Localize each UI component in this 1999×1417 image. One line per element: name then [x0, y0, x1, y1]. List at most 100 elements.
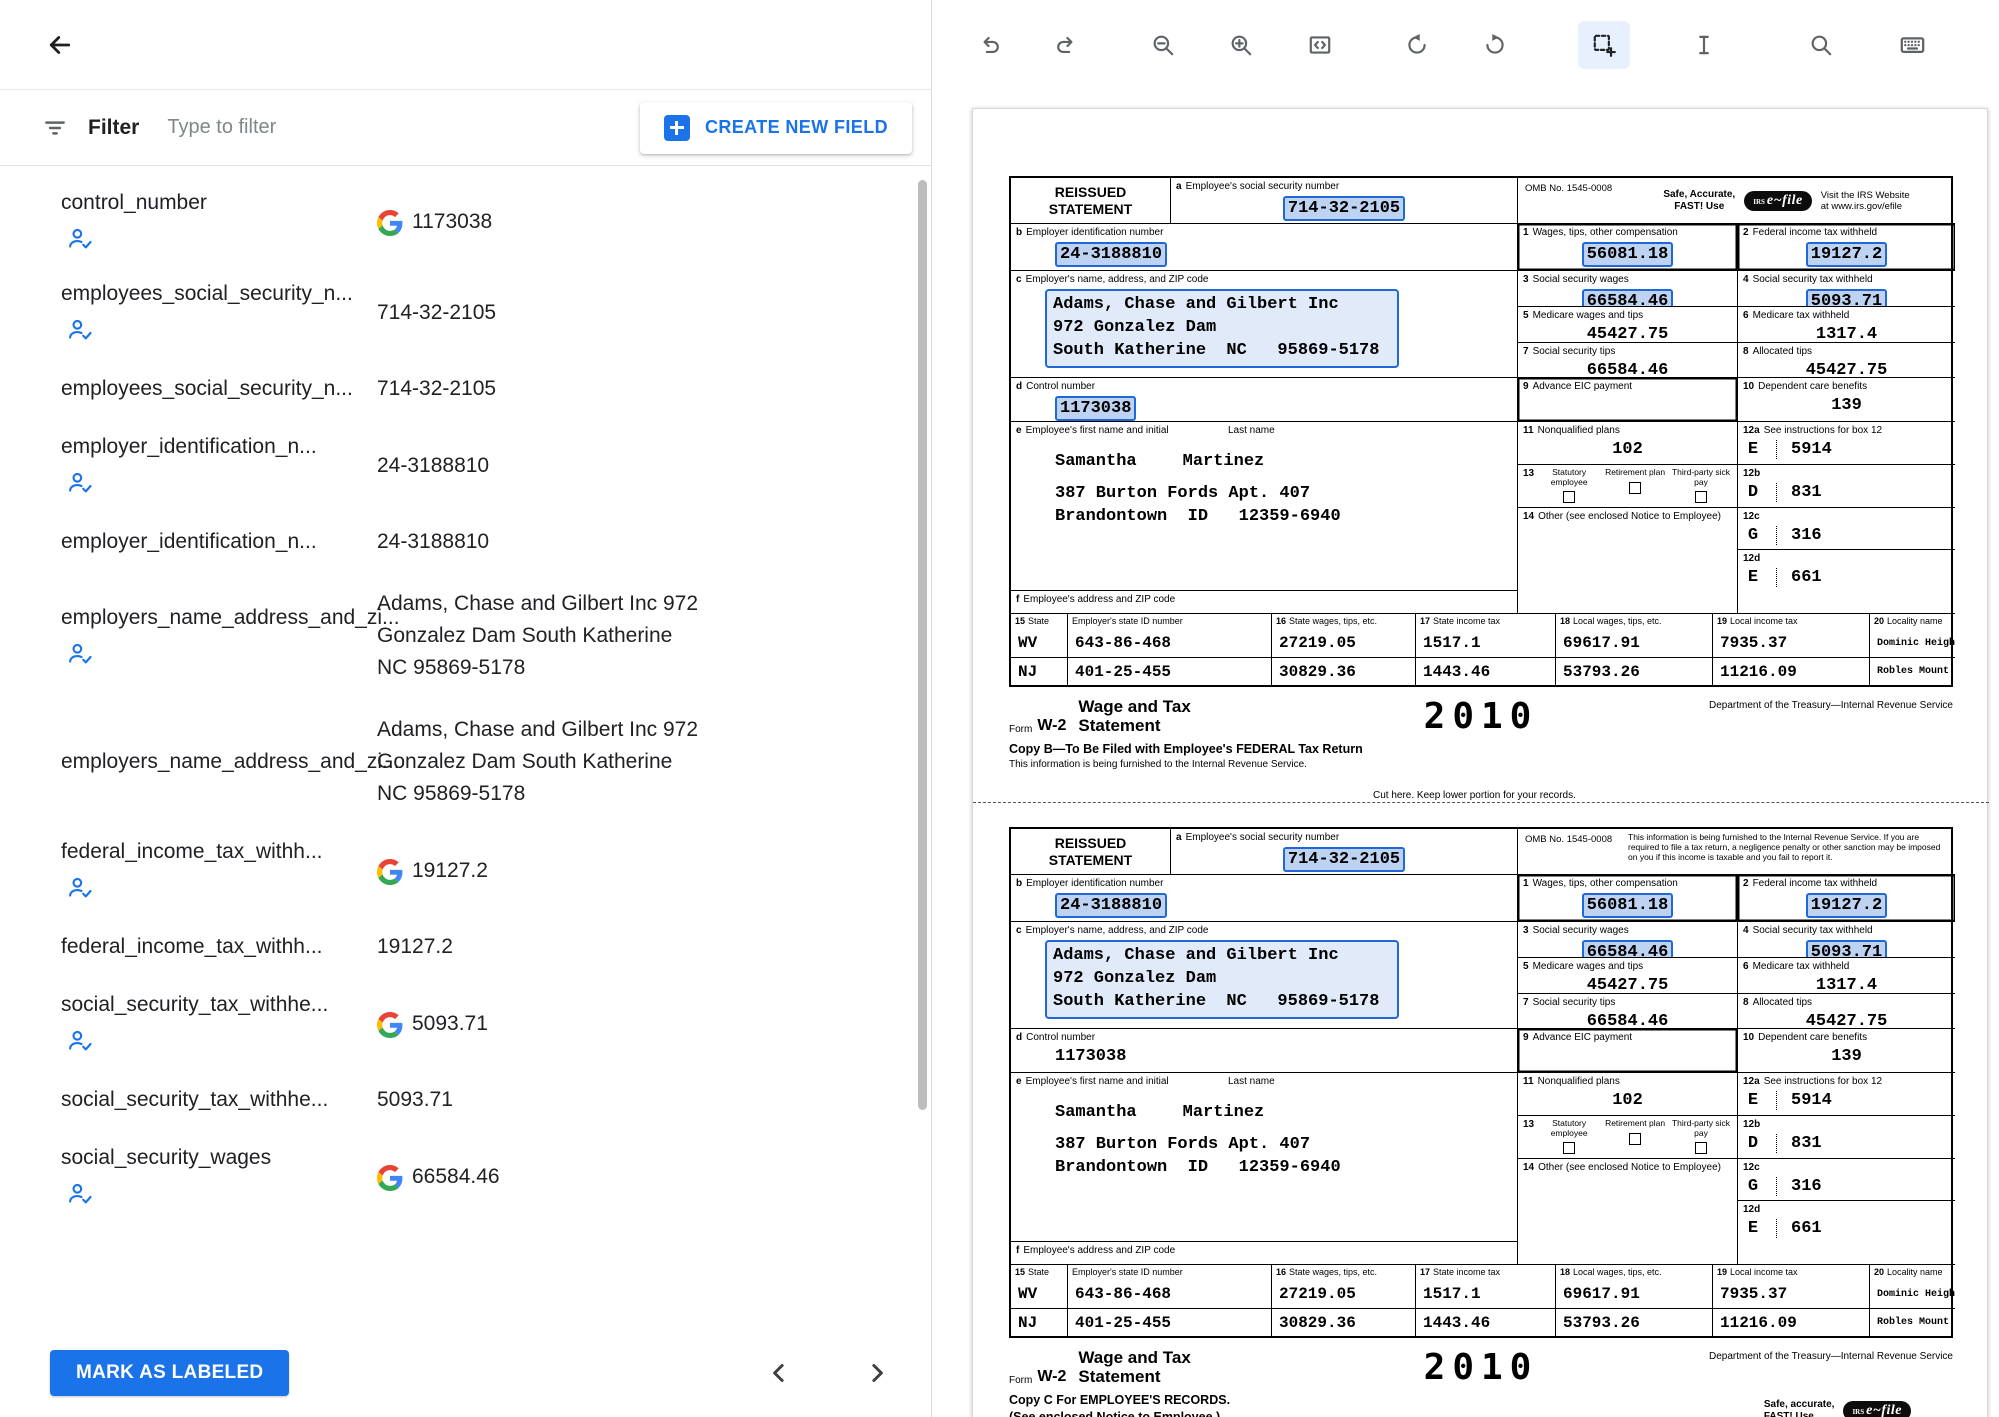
mark-as-labeled-button[interactable]: MARK AS LABELED	[50, 1350, 289, 1396]
field-label: employers_name_address_and_zi...	[61, 606, 400, 630]
chevron-left-icon	[764, 1358, 794, 1388]
field-value: 19127.2	[377, 931, 453, 963]
labeled-check-icon	[67, 469, 94, 496]
labeled-check-icon	[67, 1027, 94, 1054]
ein-annotation[interactable]: 24-3188810	[1055, 893, 1167, 918]
field-label: employees_social_security_n...	[61, 377, 353, 401]
w2-header-right: OMB No. 1545-0008 Safe, Accurate,FAST! U…	[1518, 178, 1955, 224]
redo-button[interactable]	[1041, 21, 1093, 69]
third-party-sick-pay-group: Third-party sick pay	[1671, 468, 1731, 503]
rotate-ccw-button[interactable]	[1391, 21, 1443, 69]
w2-box-2: 2Federal income tax withheld 19127.2	[1738, 224, 1955, 271]
labeled-check-icon	[67, 225, 94, 252]
employer-address-annotation[interactable]: Adams, Chase and Gilbert Inc 972 Gonzale…	[1045, 289, 1399, 368]
control-number-value[interactable]: 1173038	[1055, 396, 1136, 421]
keyboard-icon	[1899, 31, 1926, 58]
document-panel: REISSUED STATEMENT aEmployee's social se…	[932, 0, 1999, 1417]
w2-box-6: 6Medicare tax withheld 1317.4	[1738, 958, 1955, 994]
wages-annotation[interactable]: 56081.18	[1582, 242, 1674, 267]
ssn-annotation[interactable]: 714-32-2105	[1283, 847, 1405, 872]
federal-tax-annotation[interactable]: 19127.2	[1806, 893, 1887, 918]
create-new-field-button[interactable]: CREATE NEW FIELD	[640, 102, 912, 154]
ss-wages-annotation[interactable]: 66584.46	[1582, 289, 1674, 308]
scrollbar-thumb[interactable]	[918, 180, 927, 1110]
field-row[interactable]: social_security_tax_withhe... 5093.71	[0, 978, 931, 1069]
w2-box-8: 8Allocated tips 45427.75	[1738, 994, 1955, 1029]
field-row[interactable]: federal_income_tax_withh... 19127.2	[0, 825, 931, 916]
w2-form[interactable]: REISSUED STATEMENT aEmployee's social se…	[1009, 827, 1953, 1417]
ssn-annotation[interactable]: 714-32-2105	[1283, 196, 1405, 221]
state-tax-table: 15State Employer's state ID number 16Sta…	[1011, 1265, 1951, 1336]
control-number-value[interactable]: 1173038	[1055, 1047, 1126, 1066]
irs-efile-logo: IRSe~file	[1744, 191, 1812, 211]
labeling-sidebar: Filter CREATE NEW FIELD control_number	[0, 0, 932, 1417]
next-document-button[interactable]	[853, 1349, 901, 1397]
copy-designation: Copy B—To Be Filed with Employee's FEDER…	[1009, 742, 1953, 756]
prev-document-button[interactable]	[755, 1349, 803, 1397]
field-label: employer_identification_n...	[61, 530, 317, 554]
google-source-icon	[377, 1012, 403, 1038]
field-value: Adams, Chase and Gilbert Inc 972 Gonzale…	[377, 714, 707, 810]
fit-to-page-button[interactable]	[1294, 21, 1346, 69]
field-row[interactable]: employers_name_address_and_zi... Adams, …	[0, 699, 931, 825]
field-row[interactable]: employees_social_security_n... 714-32-21…	[0, 267, 931, 358]
zoom-out-button[interactable]	[1137, 21, 1189, 69]
field-row[interactable]: employer_identification_n... 24-3188810	[0, 420, 931, 511]
back-arrow-icon	[45, 30, 75, 60]
field-row[interactable]: federal_income_tax_withh... 19127.2	[0, 916, 931, 978]
field-row[interactable]: social_security_tax_withhe... 5093.71	[0, 1069, 931, 1131]
document-viewer[interactable]: REISSUED STATEMENT aEmployee's social se…	[932, 89, 1999, 1417]
field-label: social_security_wages	[61, 1146, 271, 1170]
zoom-out-icon	[1150, 32, 1176, 58]
w2-box-b: bEmployer identification number 24-31888…	[1011, 875, 1518, 922]
field-row[interactable]: employees_social_security_n... 714-32-21…	[0, 358, 931, 420]
zoom-in-icon	[1228, 32, 1254, 58]
field-row[interactable]: social_security_wages 66584.46	[0, 1131, 931, 1222]
undo-button[interactable]	[963, 21, 1015, 69]
retirement-plan-group: Retirement plan	[1605, 1119, 1665, 1154]
w2-box-14: 14Other (see enclosed Notice to Employee…	[1518, 1159, 1738, 1265]
w2-box-12d: 12d E661	[1738, 1201, 1955, 1265]
statutory-employee-checkbox	[1563, 1142, 1575, 1154]
statutory-employee-group: Statutory employee	[1539, 1119, 1599, 1154]
search-button[interactable]	[1795, 21, 1847, 69]
bounding-box-tool-button[interactable]	[1578, 21, 1630, 69]
field-list[interactable]: control_number 1173038 e	[0, 166, 931, 1329]
google-source-icon	[377, 1165, 403, 1191]
w2-box-12c: 12c G316	[1738, 508, 1955, 550]
w2-box-6: 6Medicare tax withheld 1317.4	[1738, 307, 1955, 343]
tax-year: 2010	[1424, 701, 1539, 733]
ss-tax-annotation[interactable]: 5093.71	[1806, 289, 1887, 308]
federal-tax-annotation[interactable]: 19127.2	[1806, 242, 1887, 267]
field-row[interactable]: employers_name_address_and_zi... Adams, …	[0, 573, 931, 699]
w2-form[interactable]: REISSUED STATEMENT aEmployee's social se…	[1009, 176, 1953, 770]
field-value: 5093.71	[377, 1084, 453, 1116]
ein-annotation[interactable]: 24-3188810	[1055, 242, 1167, 267]
bounding-box-icon	[1591, 32, 1617, 58]
ss-wages-annotation[interactable]: 66584.46	[1582, 940, 1674, 959]
field-label: federal_income_tax_withh...	[61, 840, 323, 864]
w2-box-1: 1Wages, tips, other compensation 56081.1…	[1518, 224, 1738, 271]
keyboard-shortcuts-button[interactable]	[1886, 21, 1938, 69]
field-row[interactable]: employer_identification_n... 24-3188810	[0, 511, 931, 573]
retirement-plan-checkbox	[1629, 1133, 1641, 1145]
text-select-tool-button[interactable]	[1678, 21, 1730, 69]
add-box-icon	[664, 115, 690, 141]
rotate-cw-button[interactable]	[1469, 21, 1521, 69]
zoom-in-button[interactable]	[1215, 21, 1267, 69]
ss-tax-annotation[interactable]: 5093.71	[1806, 940, 1887, 959]
w2-box-f: fEmployee's address and ZIP code	[1011, 591, 1518, 614]
labeled-check-icon	[67, 640, 94, 667]
filter-input[interactable]	[167, 116, 447, 139]
field-value: 66584.46	[412, 1161, 500, 1193]
document-page[interactable]: REISSUED STATEMENT aEmployee's social se…	[972, 108, 1988, 1417]
create-new-field-label: CREATE NEW FIELD	[705, 117, 888, 138]
back-button[interactable]	[36, 21, 84, 69]
third-party-sick-pay-group: Third-party sick pay	[1671, 1119, 1731, 1154]
employer-address-annotation[interactable]: Adams, Chase and Gilbert Inc 972 Gonzale…	[1045, 940, 1399, 1019]
field-label: social_security_tax_withhe...	[61, 993, 328, 1017]
wages-annotation[interactable]: 56081.18	[1582, 893, 1674, 918]
w2-copy-c-mount: REISSUED STATEMENT aEmployee's social se…	[1009, 827, 1987, 1417]
field-row[interactable]: control_number 1173038	[0, 176, 931, 267]
cut-line: Cut here. Keep lower portion for your re…	[973, 790, 1989, 803]
